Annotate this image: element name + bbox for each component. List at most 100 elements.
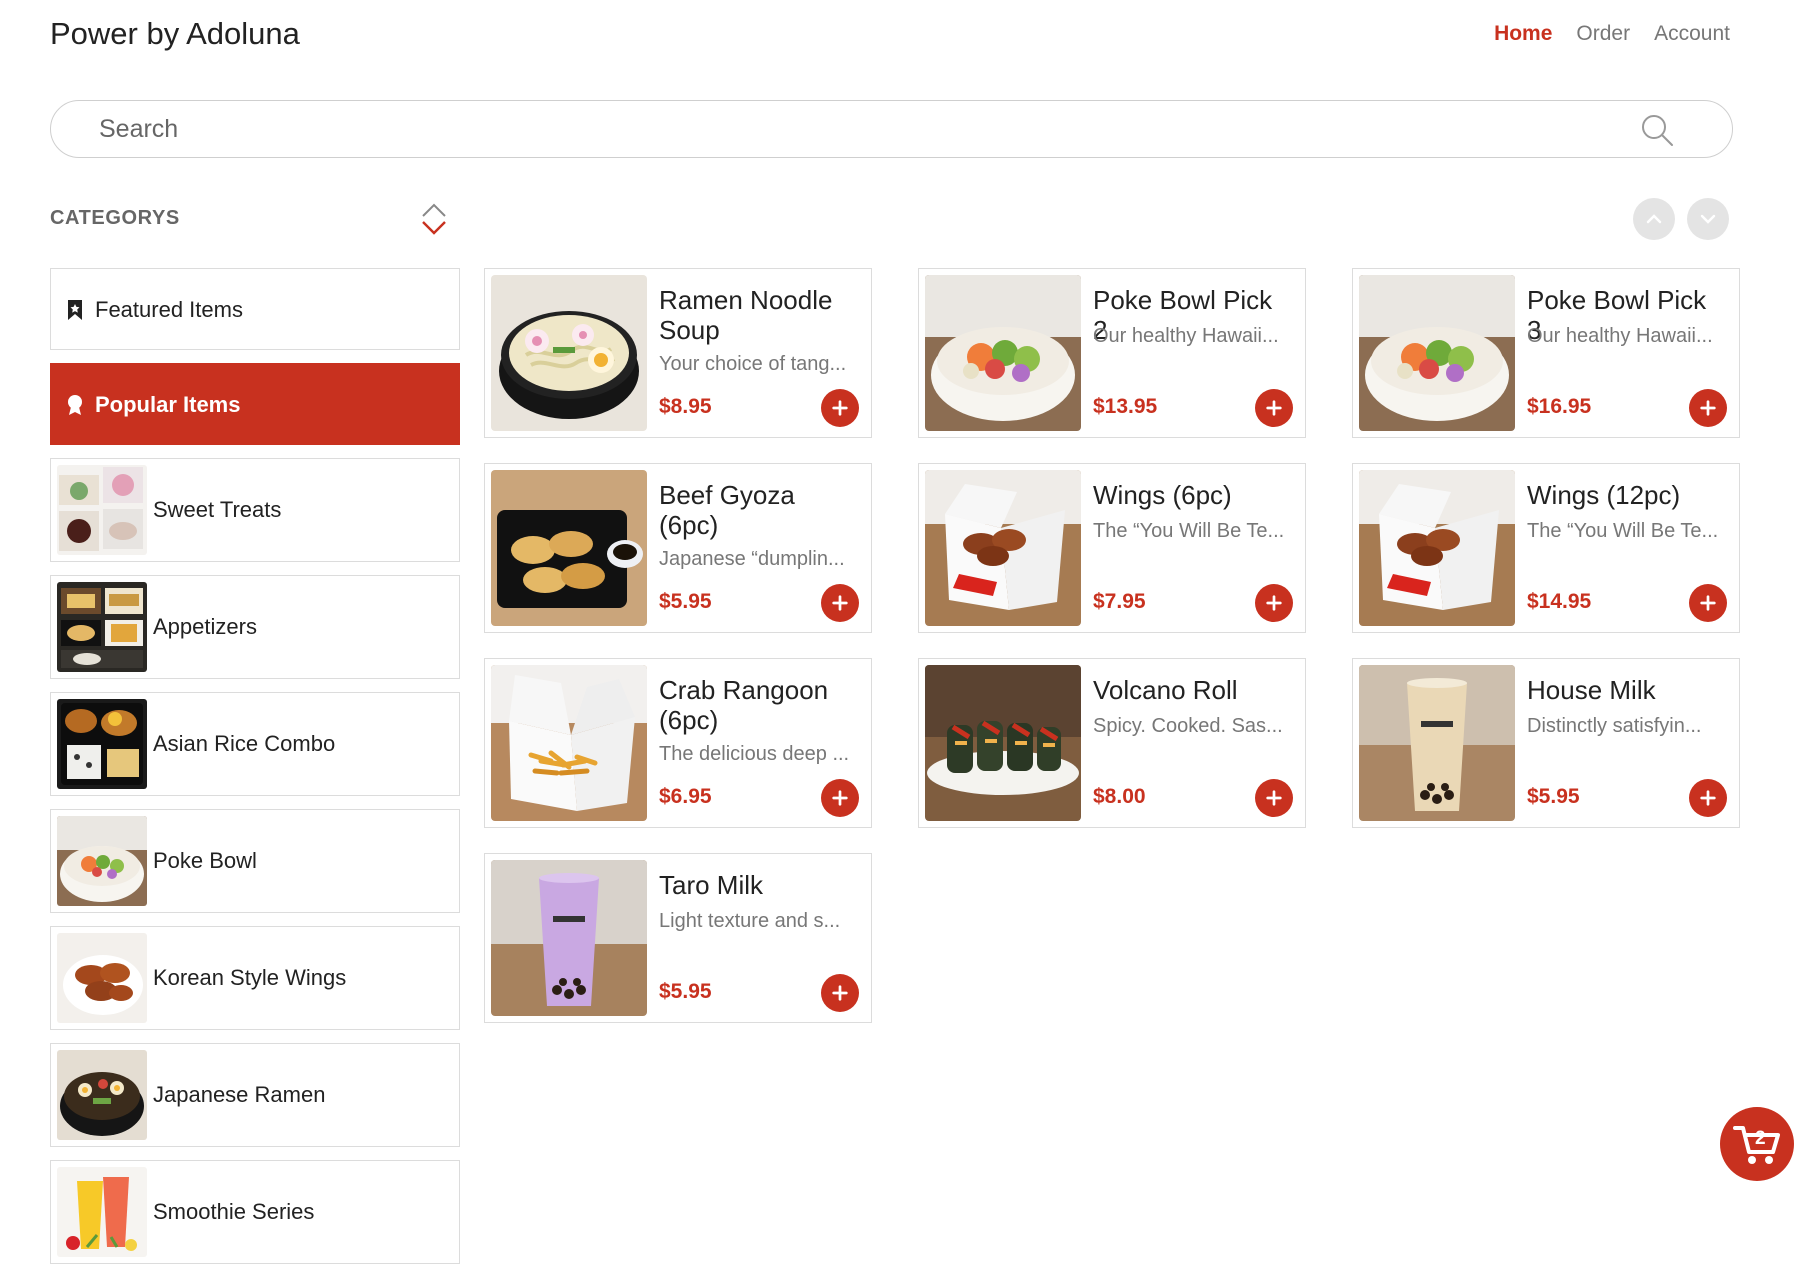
- add-to-cart-button[interactable]: [821, 974, 859, 1012]
- product-card[interactable]: Wings (12pc) The “You Will Be Te... $14.…: [1352, 463, 1740, 633]
- category-label: Smoothie Series: [153, 1199, 315, 1224]
- add-to-cart-button[interactable]: [821, 779, 859, 817]
- category-label: Sweet Treats: [153, 497, 282, 522]
- search-input[interactable]: [99, 113, 1599, 145]
- chevron-up-icon: [1646, 214, 1662, 224]
- main-nav: Home Order Account: [1494, 22, 1730, 46]
- product-description: Spicy. Cooked. Sas...: [1093, 715, 1283, 737]
- plus-icon: [1265, 399, 1283, 417]
- popular-icon: [68, 395, 82, 415]
- category-label: Popular Items: [95, 392, 241, 417]
- cart-button[interactable]: 2: [1720, 1107, 1794, 1181]
- add-to-cart-button[interactable]: [1255, 389, 1293, 427]
- product-card[interactable]: Poke Bowl Pick 2 Our healthy Hawaii... $…: [918, 268, 1306, 438]
- product-price: $8.95: [659, 395, 712, 418]
- product-description: Japanese “dumplin...: [659, 548, 845, 570]
- add-to-cart-button[interactable]: [1255, 779, 1293, 817]
- korean-wings-thumbnail: [57, 933, 147, 1023]
- gyoza-photo: [491, 470, 647, 626]
- product-name: Taro Milk: [659, 870, 764, 900]
- product-price: $13.95: [1093, 395, 1158, 418]
- product-name: Wings (12pc): [1527, 480, 1681, 510]
- appetizers-thumbnail: [57, 582, 147, 672]
- poke-bowl-photo: [925, 275, 1081, 431]
- category-appetizers[interactable]: Appetizers: [50, 575, 460, 679]
- add-to-cart-button[interactable]: [1689, 584, 1727, 622]
- search-icon[interactable]: [1640, 113, 1674, 147]
- category-smoothie-series[interactable]: Smoothie Series: [50, 1160, 460, 1264]
- add-to-cart-button[interactable]: [1689, 779, 1727, 817]
- category-poke-bowl[interactable]: Poke Bowl: [50, 809, 460, 913]
- product-description: Our healthy Hawaii...: [1527, 325, 1713, 347]
- product-name: Beef Gyoza (6pc): [659, 480, 795, 540]
- taro-milk-photo: [491, 860, 647, 1016]
- category-label: Appetizers: [153, 614, 257, 639]
- japanese-ramen-thumbnail: [57, 1050, 147, 1140]
- product-description: The delicious deep ...: [659, 743, 850, 765]
- plus-icon: [831, 984, 849, 1002]
- ramen-photo: [491, 275, 647, 431]
- product-card[interactable]: Crab Rangoon (6pc) The delicious deep ..…: [484, 658, 872, 828]
- category-label: Japanese Ramen: [153, 1082, 326, 1107]
- volcano-roll-photo: [925, 665, 1081, 821]
- scroll-down-button[interactable]: [1687, 198, 1729, 240]
- plus-icon: [1699, 594, 1717, 612]
- category-label: Featured Items: [95, 297, 243, 322]
- product-card[interactable]: Taro Milk Light texture and s... $5.95: [484, 853, 872, 1023]
- nav-account[interactable]: Account: [1654, 22, 1730, 46]
- cart-count-badge: 2: [1755, 1128, 1766, 1149]
- category-popular-items[interactable]: Popular Items: [50, 363, 460, 445]
- plus-icon: [831, 594, 849, 612]
- chevron-down-icon: [1700, 214, 1716, 224]
- category-korean-style-wings[interactable]: Korean Style Wings: [50, 926, 460, 1030]
- wings-box-photo: [925, 470, 1081, 626]
- product-card[interactable]: Volcano Roll Spicy. Cooked. Sas... $8.00: [918, 658, 1306, 828]
- product-description: Distinctly satisfyin...: [1527, 715, 1702, 737]
- nav-home[interactable]: Home: [1494, 22, 1552, 46]
- category-asian-rice-combo[interactable]: Asian Rice Combo: [50, 692, 460, 796]
- smoothie-thumbnail: [57, 1167, 147, 1257]
- add-to-cart-button[interactable]: [821, 389, 859, 427]
- product-card[interactable]: House Milk Distinctly satisfyin... $5.95: [1352, 658, 1740, 828]
- scroll-up-button[interactable]: [1633, 198, 1675, 240]
- product-description: Our healthy Hawaii...: [1093, 325, 1279, 347]
- asian-rice-combo-thumbnail: [57, 699, 147, 789]
- product-description: Light texture and s...: [659, 910, 841, 932]
- category-label: Korean Style Wings: [153, 965, 347, 990]
- plus-icon: [831, 399, 849, 417]
- product-card[interactable]: Beef Gyoza (6pc) Japanese “dumplin... $5…: [484, 463, 872, 633]
- header: Power by Adoluna Home Order Account: [50, 14, 1730, 58]
- poke-bowl-thumbnail: [57, 816, 147, 906]
- search-bar: [50, 100, 1733, 158]
- sort-toggle-icon[interactable]: [419, 202, 449, 236]
- add-to-cart-button[interactable]: [1689, 389, 1727, 427]
- product-name: Wings (6pc): [1093, 480, 1232, 510]
- product-price: $6.95: [659, 785, 712, 808]
- product-description: The “You Will Be Te...: [1093, 520, 1285, 542]
- plus-icon: [831, 789, 849, 807]
- category-sweet-treats[interactable]: Sweet Treats: [50, 458, 460, 562]
- categories-heading: CATEGORYS: [50, 207, 180, 229]
- product-name: Crab Rangoon (6pc): [659, 675, 829, 735]
- product-price: $5.95: [659, 980, 712, 1003]
- product-name: Ramen Noodle Soup: [659, 285, 833, 345]
- add-to-cart-button[interactable]: [821, 584, 859, 622]
- product-card[interactable]: Wings (6pc) The “You Will Be Te... $7.95: [918, 463, 1306, 633]
- wings-box-photo: [1359, 470, 1515, 626]
- plus-icon: [1265, 789, 1283, 807]
- nav-order[interactable]: Order: [1576, 22, 1630, 46]
- product-card[interactable]: Ramen Noodle Soup Your choice of tang...…: [484, 268, 872, 438]
- category-japanese-ramen[interactable]: Japanese Ramen: [50, 1043, 460, 1147]
- poke-bowl-photo: [1359, 275, 1515, 431]
- plus-icon: [1699, 399, 1717, 417]
- product-price: $16.95: [1527, 395, 1592, 418]
- product-description: Your choice of tang...: [659, 353, 847, 375]
- add-to-cart-button[interactable]: [1255, 584, 1293, 622]
- product-price: $14.95: [1527, 590, 1592, 613]
- product-price: $5.95: [1527, 785, 1580, 808]
- category-featured-items[interactable]: Featured Items: [50, 268, 460, 350]
- plus-icon: [1265, 594, 1283, 612]
- sweet-treats-thumbnail: [57, 465, 147, 555]
- product-card[interactable]: Poke Bowl Pick 3 Our healthy Hawaii... $…: [1352, 268, 1740, 438]
- house-milk-photo: [1359, 665, 1515, 821]
